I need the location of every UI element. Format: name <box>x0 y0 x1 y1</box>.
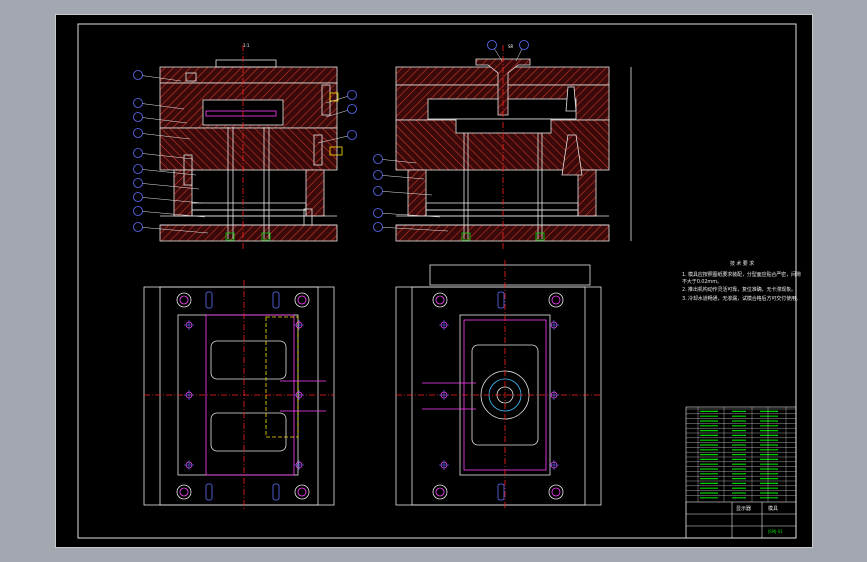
plan-view-left <box>143 280 335 510</box>
screw-hole <box>184 460 194 470</box>
bolt-hole <box>176 292 192 308</box>
screw-hole <box>549 390 559 400</box>
section-view-left <box>159 45 343 250</box>
scale-note: 1:1 <box>243 43 250 48</box>
notes-title: 技 术 要 求 <box>729 261 755 267</box>
guide-pin <box>272 291 280 309</box>
note-item-1: 1. 模具应按照图纸要求装配，分型面应贴合严密，间隙不大于0.02mm。 <box>682 272 801 285</box>
technical-notes: 技 术 要 求 1. 模具应按照图纸要求装配，分型面应贴合严密，间隙不大于0.0… <box>682 261 802 304</box>
screw-hole <box>184 390 194 400</box>
title-block <box>685 406 797 539</box>
note-item-3: 3. 冷却水道畅通，无渗漏，试模合格后方可交付使用。 <box>682 295 801 302</box>
title-drawing-name: 模具 <box>768 506 779 512</box>
screw-hole <box>294 460 304 470</box>
bolt-hole <box>432 484 448 500</box>
bolt-hole <box>432 292 448 308</box>
screw-hole <box>549 460 559 470</box>
plan-view-right <box>395 260 602 510</box>
guide-pin <box>497 291 505 309</box>
guide-pin <box>272 483 280 501</box>
screw-hole <box>439 320 449 330</box>
drawing-sheet: 1:1 SR 技 术 要 求 1. 模具应按照图纸要求装配，分型面应贴合严密，间… <box>55 14 813 548</box>
screw-hole <box>294 390 304 400</box>
guide-pin <box>205 291 213 309</box>
bolt-hole <box>548 292 564 308</box>
screw-hole <box>439 390 449 400</box>
bolt-hole <box>294 292 310 308</box>
guide-pin <box>497 483 505 501</box>
leader-bubble <box>515 40 529 62</box>
section-view-right <box>395 45 632 250</box>
bolt-hole <box>548 484 564 500</box>
title-drawing-no: JSMJ-01 <box>768 529 783 534</box>
screw-hole <box>184 320 194 330</box>
leader-bubble <box>133 206 206 218</box>
screw-hole <box>439 460 449 470</box>
leader-bubble <box>487 40 503 62</box>
title-part-name: 显示器 <box>736 506 752 512</box>
screw-hole <box>549 320 559 330</box>
bom-table <box>686 407 796 502</box>
note-item-2: 2. 推出机构动作灵活可靠，复位准确，无卡滞现象。 <box>682 287 796 294</box>
guide-pin <box>205 483 213 501</box>
bolt-hole <box>294 484 310 500</box>
screw-hole <box>294 320 304 330</box>
bolt-hole <box>176 484 192 500</box>
nozzle-note: SR <box>508 44 514 49</box>
